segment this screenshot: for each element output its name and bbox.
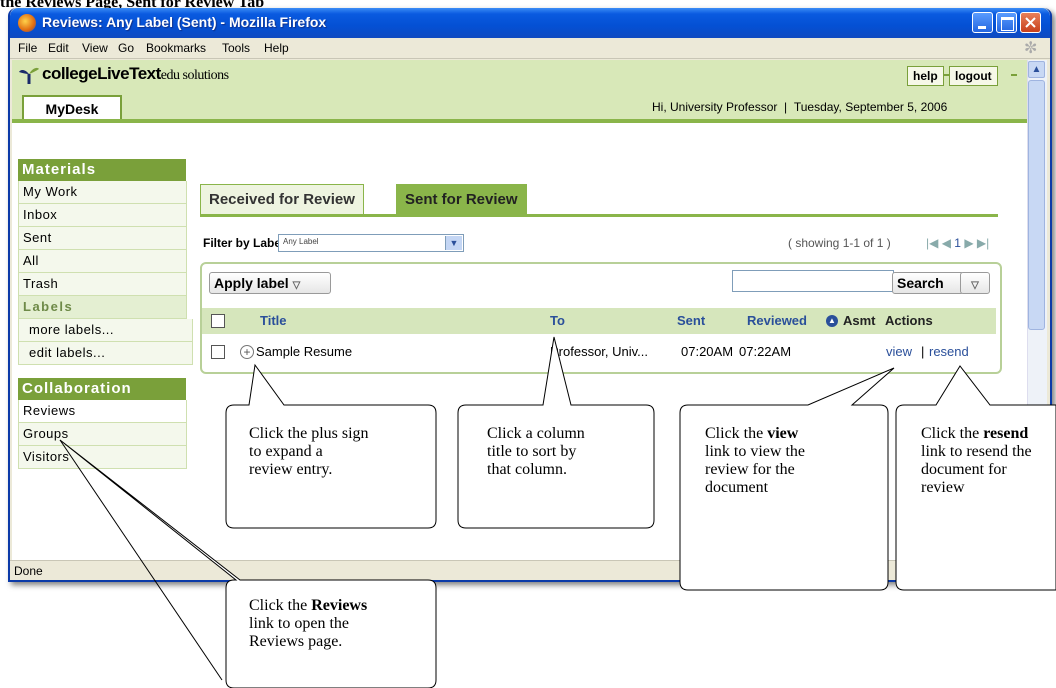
callout-reviews-pre: Click the	[249, 597, 308, 614]
callout-column-line: that column.	[487, 461, 567, 478]
callout-plus-line: review entry.	[249, 461, 333, 478]
callout-view-line: document	[705, 479, 769, 496]
callout-column-line: title to sort by	[487, 443, 577, 460]
callout-reviews-line: Reviews page.	[249, 633, 343, 650]
callout-plus-line: Click the plus sign	[249, 425, 369, 442]
callout-view-line: review for the	[705, 461, 795, 478]
callout-reviews-text: Click the Reviews link to open the Revie…	[249, 597, 367, 651]
callout-plus-text: Click the plus sign to expand a review e…	[249, 425, 369, 479]
callout-view-bold: view	[767, 425, 799, 442]
callout-shapes	[59, 336, 1056, 688]
callout-plus-line: to expand a	[249, 443, 323, 460]
callout-reviews-bold: Reviews	[311, 597, 368, 614]
callout-resend-line: link to resend the	[921, 443, 1032, 460]
callout-resend-pre: Click the	[921, 425, 980, 442]
callout-view-line: link to view the	[705, 443, 805, 460]
callout-column-line: Click a column	[487, 425, 585, 442]
callout-reviews-line: link to open the	[249, 615, 349, 632]
callout-view-pre: Click the	[705, 425, 764, 442]
callout-resend-line: review	[921, 479, 965, 496]
callout-column-text: Click a column title to sort by that col…	[487, 425, 585, 479]
callout-reviews-pointer	[59, 439, 223, 681]
callout-resend-text: Click the resend link to resend the docu…	[921, 425, 1056, 497]
callout-resend-bold: resend	[983, 425, 1029, 442]
callout-resend-line: document for	[921, 461, 1007, 478]
callout-view-text: Click the view link to view the review f…	[705, 425, 805, 497]
